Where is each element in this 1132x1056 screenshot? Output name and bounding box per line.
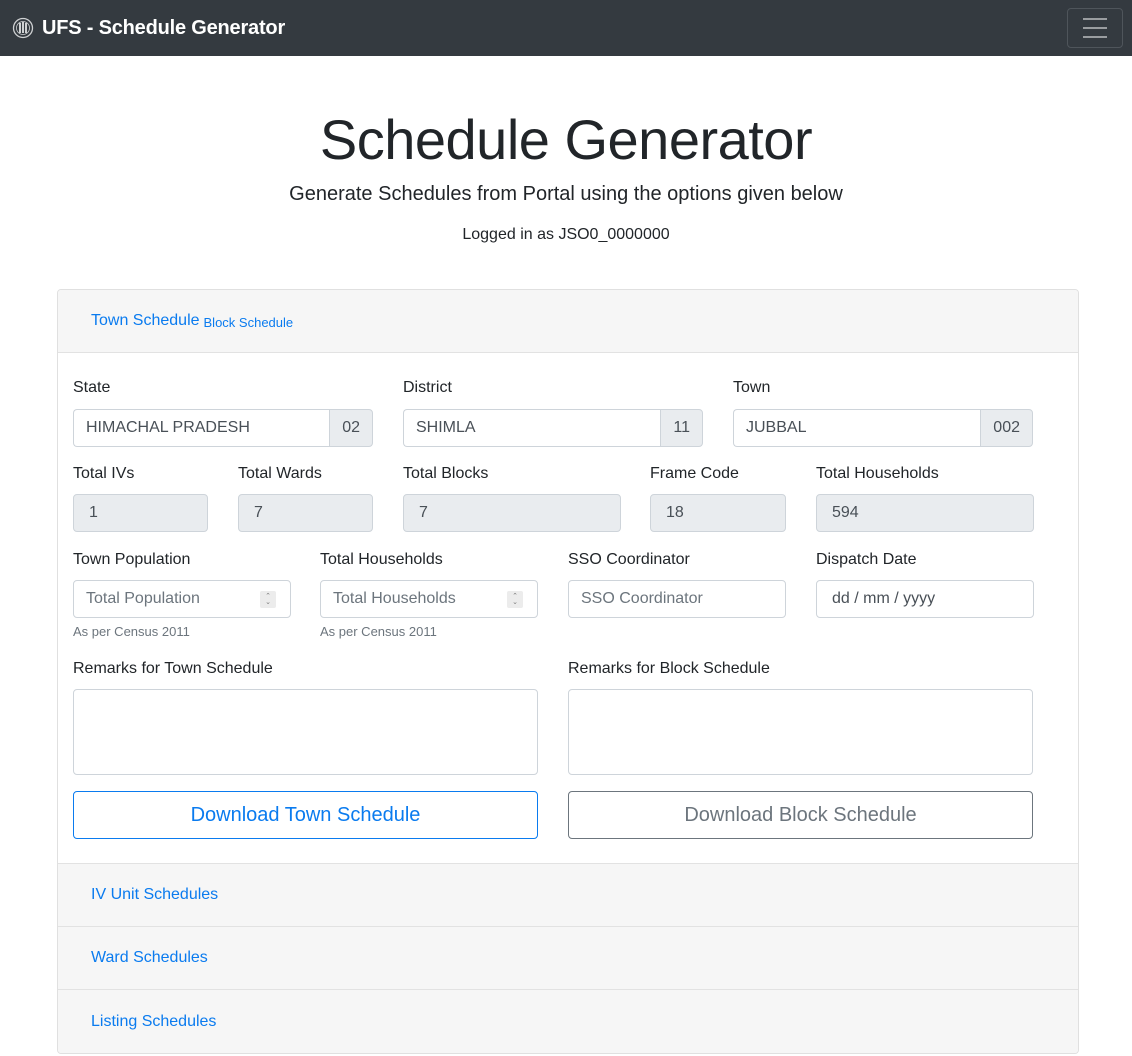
page-subtitle: Generate Schedules from Portal using the… [289, 183, 843, 205]
dispatch-date-placeholder: dd / mm / yyyy [832, 590, 936, 607]
ward-schedules-header: Ward Schedules [58, 927, 1078, 990]
navbar-toggle-button[interactable] [1067, 8, 1123, 48]
navbar: UFS - Schedule Generator [0, 0, 1132, 56]
sso-coordinator-label: SSO Coordinator [568, 551, 690, 568]
total-households-label: Total Households [816, 465, 939, 482]
state-value[interactable]: HIMACHAL PRADESH [73, 409, 330, 447]
town-code: 002 [980, 409, 1033, 447]
total-households-readonly-field: 594 [816, 494, 1034, 532]
listing-schedules-link[interactable]: Listing Schedules [91, 1013, 216, 1031]
town-block-section-header: Town Schedule Block Schedule [58, 290, 1078, 353]
total-households-input[interactable]: Total Households ⌃ ⌄ [320, 580, 538, 618]
listing-schedules-header: Listing Schedules [58, 990, 1078, 1053]
iv-unit-schedules-link[interactable]: IV Unit Schedules [91, 886, 218, 904]
total-households-input-label: Total Households [320, 551, 443, 568]
emblem-icon [12, 17, 34, 39]
district-label: District [403, 379, 452, 396]
total-blocks-field: 7 [403, 494, 621, 532]
schedule-accordion: Town Schedule Block Schedule State HIMAC… [57, 289, 1079, 1054]
district-value[interactable]: SHIMLA [403, 409, 661, 447]
hamburger-menu-icon [1083, 36, 1107, 38]
remarks-block-label: Remarks for Block Schedule [568, 660, 770, 677]
number-spinner-icon[interactable]: ⌃ ⌄ [260, 591, 276, 608]
dispatch-date-label: Dispatch Date [816, 551, 917, 568]
page-title: Schedule Generator [319, 108, 813, 171]
total-ivs-field: 1 [73, 494, 208, 532]
town-population-help: As per Census 2011 [73, 624, 190, 639]
town-population-placeholder: Total Population [86, 590, 200, 607]
total-ivs-label: Total IVs [73, 465, 135, 482]
town-value[interactable]: JUBBAL [733, 409, 981, 447]
frame-code-label: Frame Code [650, 465, 739, 482]
brand[interactable]: UFS - Schedule Generator [12, 17, 285, 40]
town-schedule-link[interactable]: Town Schedule [91, 312, 200, 330]
remarks-town-label: Remarks for Town Schedule [73, 660, 273, 677]
district-code: 11 [660, 409, 703, 447]
hamburger-menu-icon [1083, 18, 1107, 20]
total-wards-field: 7 [238, 494, 373, 532]
frame-code-field: 18 [650, 494, 786, 532]
state-field[interactable]: HIMACHAL PRADESH 02 [73, 409, 373, 447]
remarks-block-textarea[interactable] [568, 689, 1033, 775]
brand-title: UFS - Schedule Generator [42, 16, 286, 39]
ward-schedules-link[interactable]: Ward Schedules [91, 949, 208, 967]
iv-unit-schedules-header: IV Unit Schedules [58, 864, 1078, 927]
login-status: Logged in as JSO0_0000000 [462, 226, 670, 243]
district-field[interactable]: SHIMLA 11 [403, 409, 703, 447]
dispatch-date-input[interactable]: dd / mm / yyyy [816, 580, 1034, 618]
town-label: Town [733, 379, 771, 396]
total-households-placeholder: Total Households [333, 590, 456, 607]
total-wards-label: Total Wards [238, 465, 322, 482]
hero: Schedule Generator Generate Schedules fr… [0, 100, 1132, 244]
number-spinner-icon[interactable]: ⌃ ⌄ [507, 591, 523, 608]
hamburger-menu-icon [1083, 27, 1107, 29]
block-schedule-link[interactable]: Block Schedule [204, 315, 294, 330]
download-block-schedule-button[interactable]: Download Block Schedule [568, 791, 1033, 839]
town-population-label: Town Population [73, 551, 191, 568]
sso-coordinator-input[interactable]: SSO Coordinator [568, 580, 786, 618]
total-households-help: As per Census 2011 [320, 624, 437, 639]
town-population-input[interactable]: Total Population ⌃ ⌄ [73, 580, 291, 618]
total-blocks-label: Total Blocks [403, 465, 489, 482]
state-label: State [73, 379, 111, 396]
town-field[interactable]: JUBBAL 002 [733, 409, 1033, 447]
town-block-section-body: State HIMACHAL PRADESH 02 District SHIML… [58, 353, 1078, 864]
download-town-schedule-button[interactable]: Download Town Schedule [73, 791, 538, 839]
sso-coordinator-placeholder: SSO Coordinator [581, 590, 703, 607]
remarks-town-textarea[interactable] [73, 689, 538, 775]
state-code: 02 [329, 409, 373, 447]
